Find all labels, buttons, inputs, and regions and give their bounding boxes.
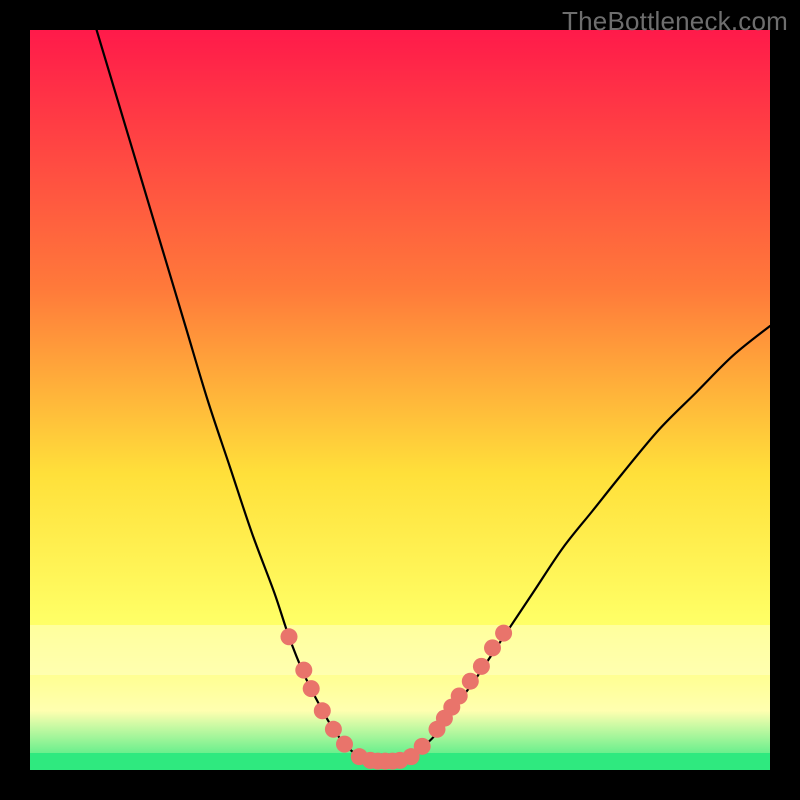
marker-left-cluster <box>281 628 298 645</box>
marker-left-cluster <box>336 736 353 753</box>
chart-stage: TheBottleneck.com <box>0 0 800 800</box>
marker-left-cluster <box>295 662 312 679</box>
plot-area <box>30 30 770 770</box>
marker-left-cluster <box>303 680 320 697</box>
pale-band <box>30 625 770 675</box>
marker-left-cluster <box>314 702 331 719</box>
marker-right-cluster <box>484 639 501 656</box>
marker-right-cluster <box>462 673 479 690</box>
marker-right-cluster <box>414 738 431 755</box>
marker-right-cluster <box>473 658 490 675</box>
marker-left-cluster <box>325 721 342 738</box>
chart-svg <box>30 30 770 770</box>
watermark-text: TheBottleneck.com <box>562 6 788 37</box>
marker-right-cluster <box>451 688 468 705</box>
marker-right-cluster <box>495 625 512 642</box>
